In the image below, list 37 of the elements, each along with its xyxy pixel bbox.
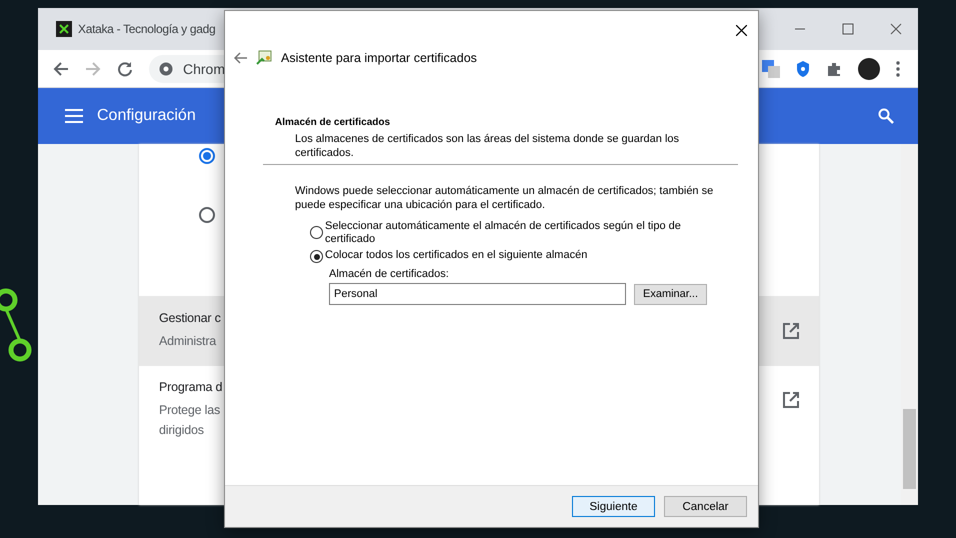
row-title: Programa d xyxy=(159,380,222,394)
radio-button[interactable] xyxy=(310,250,323,263)
store-input-field[interactable]: Personal xyxy=(329,283,626,305)
maximize-icon[interactable] xyxy=(842,23,854,35)
row-description: Administra xyxy=(159,333,218,350)
radio-button[interactable] xyxy=(310,226,323,239)
browse-button[interactable]: Examinar... xyxy=(634,284,707,304)
back-arrow-icon[interactable] xyxy=(234,52,247,64)
browser-tab[interactable]: Xataka - Tecnología y gadg xyxy=(38,21,216,37)
dialog-title: Asistente para importar certificados xyxy=(281,51,477,65)
radio-button[interactable] xyxy=(199,148,215,164)
section-title: Almacén de certificados xyxy=(275,117,390,128)
row-description: Protege las dirigidos xyxy=(159,402,222,439)
intro-text: Windows puede seleccionar automáticamente un almacén de certificados; también se puede especificar una ubicación para el certificado. xyxy=(295,185,714,212)
radio-option[interactable]: Seleccionar automáticamente el almacén de certificados según el tipo de certificado xyxy=(310,220,690,246)
reload-icon[interactable] xyxy=(117,60,133,76)
section-description: Los almacenes de certificados son las áreas del sistema donde se guardan los certificados. xyxy=(295,132,680,160)
puzzle-icon[interactable] xyxy=(826,60,842,76)
menu-icon[interactable] xyxy=(65,109,83,123)
radio-button[interactable] xyxy=(199,207,215,223)
dialog-button[interactable]: Siguiente xyxy=(572,496,655,517)
menu-dots-icon[interactable] xyxy=(896,60,900,76)
external-link-icon[interactable] xyxy=(783,392,799,408)
avatar-icon[interactable] xyxy=(858,58,880,80)
back-arrow-icon[interactable] xyxy=(53,60,69,76)
site-favicon-icon xyxy=(56,21,72,37)
row-title: Gestionar c xyxy=(159,311,221,325)
close-icon[interactable] xyxy=(736,24,747,36)
certificate-icon xyxy=(256,50,272,66)
scrollbar-thumb[interactable] xyxy=(903,409,916,489)
shield-icon[interactable] xyxy=(796,60,810,78)
search-icon[interactable] xyxy=(878,108,894,124)
radio-option[interactable]: Colocar todos los certificados en el siguiente almacén xyxy=(310,249,690,263)
dialog-button[interactable]: Cancelar xyxy=(664,496,747,517)
field-label: Almacén de certificados: xyxy=(329,268,450,280)
external-link-icon[interactable] xyxy=(783,323,799,339)
page-title: Configuración xyxy=(97,107,196,125)
